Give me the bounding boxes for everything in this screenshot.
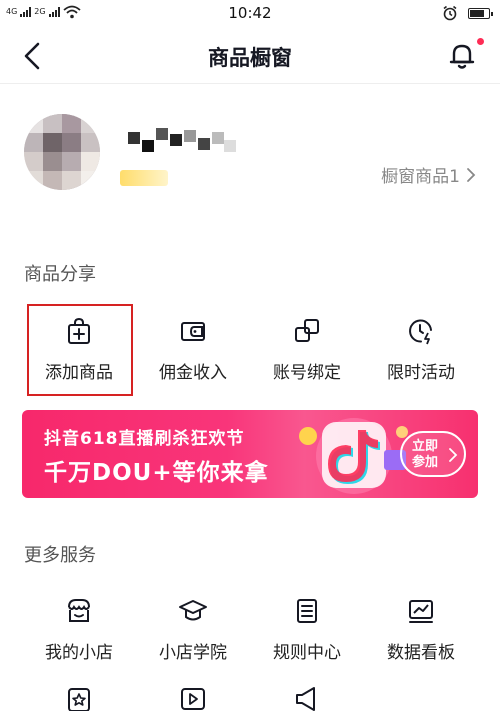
store-academy-button[interactable]: 小店学院 [136,588,250,688]
commission-button[interactable]: 佣金收入 [136,308,250,408]
window-goods-label: 橱窗商品1 [381,167,460,187]
wallet-icon [181,322,205,341]
join-now-label: 立即参加 [412,439,439,470]
link-icon [295,319,319,342]
avatar[interactable] [24,114,100,190]
rules-center-label: 规则中心 [273,643,341,663]
chart-icon [409,600,433,623]
status-right [442,5,493,21]
banner-line-2: 千万DOU+等你来拿 [44,460,269,486]
star-box-icon[interactable] [64,684,94,711]
chevron-right-icon [449,448,458,462]
banner-line-1: 抖音618直播刷杀狂欢节 [44,429,245,449]
limited-activity-button[interactable]: 限时活动 [364,308,478,408]
highlight-box [27,304,133,396]
page-title: 商品橱窗 [208,46,292,70]
commission-label: 佣金收入 [159,363,227,383]
data-dashboard-label: 数据看板 [387,643,455,663]
account-binding-label: 账号绑定 [273,363,341,383]
section-title-more: 更多服务 [24,545,96,566]
limited-activity-label: 限时活动 [387,363,455,383]
bell-icon[interactable] [446,40,478,72]
chevron-right-icon [467,167,476,182]
data-dashboard-button[interactable]: 数据看板 [364,588,478,688]
battery-icon [468,7,493,19]
username-blurred [120,122,236,158]
join-now-button[interactable]: 立即参加 [400,431,466,477]
rules-center-button[interactable]: 规则中心 [250,588,364,688]
nav-bar: 商品橱窗 [0,28,500,84]
video-icon[interactable] [178,684,208,711]
window-goods-link[interactable]: 橱窗商品1 [381,162,476,187]
my-store-label: 我的小店 [45,643,113,663]
more-services-grid: 我的小店 小店学院 规则中心 数据看板 [0,588,500,688]
clock-lightning-icon [409,319,432,345]
battery-level [470,9,484,17]
document-icon [297,599,317,623]
notification-dot [477,38,484,45]
status-time: 10:42 [228,4,272,22]
share-grid: 添加商品 佣金收入 账号绑定 限时活动 [0,304,500,408]
store-icon [68,599,90,622]
section-title-share: 商品分享 [24,264,96,285]
megaphone-icon[interactable] [292,684,322,711]
my-store-button[interactable]: 我的小店 [22,588,136,688]
status-bar: 4G 2G 10:42 [0,0,500,28]
store-academy-label: 小店学院 [159,643,227,663]
graduation-cap-icon [179,600,207,621]
alarm-icon [443,5,457,21]
user-badge [120,170,168,186]
profile-header: 橱窗商品1 [0,100,500,210]
account-binding-button[interactable]: 账号绑定 [250,308,364,408]
promo-banner[interactable]: 抖音618直播刷杀狂欢节 千万DOU+等你来拿 立即参加 [22,410,478,498]
